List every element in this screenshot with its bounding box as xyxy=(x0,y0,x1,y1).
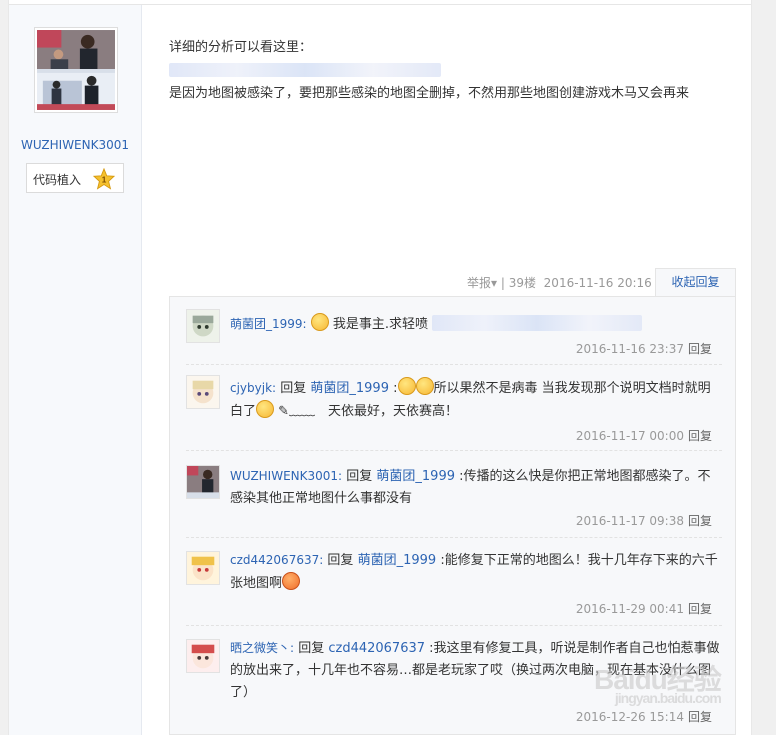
reply-username[interactable]: cjybyjk: xyxy=(230,381,276,395)
reply-time: 2016-12-26 15:14 xyxy=(575,710,684,724)
post-page: WUZHIWENK3001 代码植入 1 详细的分析可以看这里： 是因为地图被感… xyxy=(8,0,752,735)
reply-time: 2016-11-17 00:00 xyxy=(575,429,684,443)
reply-prefix: 回复 xyxy=(298,641,325,656)
baidu-jingyan-watermark: Baidu经验 jingyan.baidu.com xyxy=(594,658,722,706)
anime-avatar-icon xyxy=(187,552,219,584)
badge-level: 1 xyxy=(102,176,107,185)
reply-button[interactable]: 回复 xyxy=(688,710,712,724)
reply-meta: 2016-11-29 00:41 回复 xyxy=(576,600,712,617)
author-username[interactable]: WUZHIWENK3001 xyxy=(9,138,141,152)
collapse-replies-button[interactable]: 收起回复 xyxy=(655,268,736,297)
redacted-text-blur xyxy=(432,315,643,331)
reply-prefix: 回复 xyxy=(327,553,354,568)
reply-meta: 2016-11-17 00:00 回复 xyxy=(576,427,712,444)
reply-username[interactable]: WUZHIWENK3001: xyxy=(230,469,342,483)
post-link-redacted xyxy=(169,59,749,82)
report-dropdown-icon[interactable]: ▾ xyxy=(491,276,497,290)
post-line-3: 是因为地图被感染了，要把那些感染的地图全删掉，不然用那些地图创建游戏木马又会再来 xyxy=(169,86,690,101)
reply-avatar[interactable] xyxy=(186,551,220,585)
post-meta: 举报▾ | 39楼 2016-11-16 20:16 xyxy=(467,274,652,291)
anime-avatar-icon xyxy=(187,376,219,408)
reply-avatar[interactable] xyxy=(186,639,220,673)
reply-avatar[interactable] xyxy=(186,375,220,409)
reply-time: 2016-11-29 00:41 xyxy=(575,602,684,616)
reply-button[interactable]: 回复 xyxy=(688,602,712,616)
reply-target[interactable]: czd442067637 xyxy=(328,641,425,656)
reply-item: czd442067637: 回复 萌菌团_1999 :能修复下正常的地图么！我十… xyxy=(186,551,722,631)
reply-divider xyxy=(186,450,722,451)
reply-meta: 2016-11-17 09:38 回复 xyxy=(576,512,712,529)
avatar-photo xyxy=(37,30,115,110)
reply-meta: 2016-12-26 15:14 回复 xyxy=(576,708,712,725)
author-badge[interactable]: 代码植入 1 xyxy=(26,163,124,193)
post-content: 详细的分析可以看这里： 是因为地图被感染了，要把那些感染的地图全删掉，不然用那些… xyxy=(169,36,749,105)
reply-username[interactable]: czd442067637: xyxy=(230,553,323,567)
reply-username[interactable]: 萌菌团_1999: xyxy=(230,317,307,331)
reply-sep: : xyxy=(393,381,398,396)
reply-text: cjybyjk: 回复 萌菌团_1999 : 所以果然不是病毒 当我发现那个说明文… xyxy=(230,377,720,423)
reply-avatar[interactable] xyxy=(186,465,220,499)
reply-avatar[interactable] xyxy=(186,309,220,343)
emoji-grin-icon xyxy=(397,377,416,395)
reply-button[interactable]: 回复 xyxy=(688,429,712,443)
emoji-smile-icon xyxy=(256,400,275,418)
reply-item: cjybyjk: 回复 萌菌团_1999 : 所以果然不是病毒 当我发现那个说明文… xyxy=(186,375,722,455)
anime-avatar-icon xyxy=(187,310,219,342)
reply-signature: ✎﹏﹏ 天依最好，天依赛高！ xyxy=(278,404,459,419)
reply-text: WUZHIWENK3001: 回复 萌菌团_1999 :传播的这么快是你把正常地… xyxy=(230,465,720,510)
avatar-photo-icon xyxy=(187,466,219,498)
redacted-link-blur xyxy=(169,63,441,77)
meta-divider: | xyxy=(500,276,505,290)
reply-target[interactable]: 萌菌团_1999 xyxy=(376,469,455,484)
reply-divider xyxy=(186,625,722,626)
reply-username[interactable]: 晒之微笑丶: xyxy=(230,641,294,655)
reply-button[interactable]: 回复 xyxy=(688,342,712,356)
floor-number: 39楼 xyxy=(508,276,537,290)
reply-prefix: 回复 xyxy=(346,469,373,484)
reply-target[interactable]: 萌菌团_1999 xyxy=(358,553,437,568)
emoji-angry-icon xyxy=(282,572,301,590)
reply-prefix: 回复 xyxy=(280,381,307,396)
reply-divider xyxy=(186,364,722,365)
anime-avatar-icon xyxy=(187,640,219,672)
post-line-1: 详细的分析可以看这里： xyxy=(169,40,313,55)
emoji-grin-icon xyxy=(415,377,434,395)
star-badge-icon: 1 xyxy=(93,168,115,190)
reply-button[interactable]: 回复 xyxy=(688,514,712,528)
reply-time: 2016-11-16 23:37 xyxy=(575,342,684,356)
reply-time: 2016-11-17 09:38 xyxy=(575,514,684,528)
reply-divider xyxy=(186,537,722,538)
emoji-sweat-icon xyxy=(310,313,329,331)
reply-item: 萌菌团_1999: 我是事主.求轻喷 2016-11-16 23:37 回复 xyxy=(186,309,722,369)
reply-text: czd442067637: 回复 萌菌团_1999 :能修复下正常的地图么！我十… xyxy=(230,549,720,595)
badge-label: 代码植入 xyxy=(33,173,82,187)
author-column: WUZHIWENK3001 代码植入 1 xyxy=(9,5,142,735)
report-link[interactable]: 举报 xyxy=(467,276,491,290)
reply-meta: 2016-11-16 23:37 回复 xyxy=(576,340,712,357)
reply-target[interactable]: 萌菌团_1999 xyxy=(310,381,389,396)
reply-text: 萌菌团_1999: 我是事主.求轻喷 xyxy=(230,313,720,336)
reply-message: 我是事主.求轻喷 xyxy=(332,317,429,332)
post-time: 2016-11-16 20:16 xyxy=(543,276,652,290)
reply-item: WUZHIWENK3001: 回复 萌菌团_1999 :传播的这么快是你把正常地… xyxy=(186,465,722,535)
author-avatar[interactable] xyxy=(34,27,118,113)
